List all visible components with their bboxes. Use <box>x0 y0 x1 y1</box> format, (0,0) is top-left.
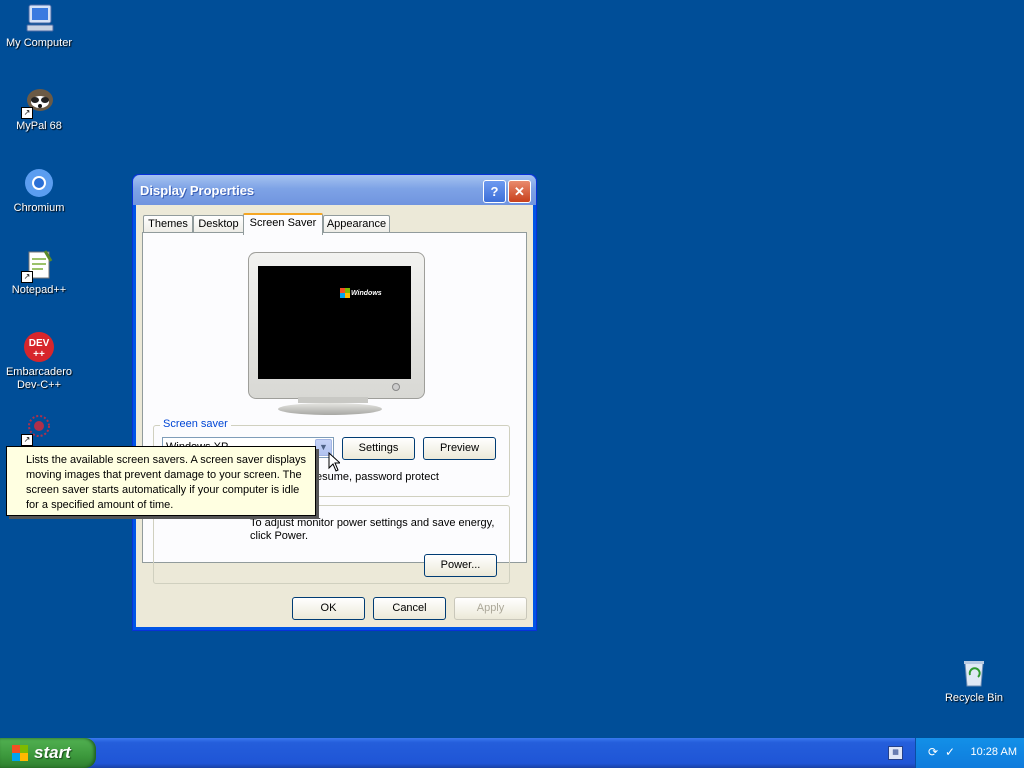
mouse-cursor-icon <box>328 451 342 475</box>
shortcut-arrow-icon: ↗ <box>21 434 33 446</box>
monitor-power-group: To adjust monitor power settings and sav… <box>153 505 510 584</box>
desktop-icon-mypal[interactable]: ↗ MyPal 68 <box>0 85 79 133</box>
dev-cpp-icon: DEV ++ <box>23 331 55 363</box>
desktop-icon-label: MyPal 68 <box>16 120 62 132</box>
desktop-icon-label: Embarcadero Dev-C++ <box>5 366 73 391</box>
help-button[interactable]: ? <box>483 180 506 203</box>
settings-button[interactable]: Settings <box>342 437 415 460</box>
desktop-icon-partial[interactable]: ↗ <box>0 412 79 447</box>
desktop-icon-dev-cpp[interactable]: DEV ++ Embarcadero Dev-C++ <box>0 331 79 392</box>
system-tray: ⟳ ✓ 10:28 AM <box>915 738 1024 768</box>
clock[interactable]: 10:28 AM <box>971 746 1017 758</box>
display-properties-window: Display Properties ? ✕ Themes Desktop Sc… <box>132 174 537 631</box>
tab-appearance[interactable]: Appearance <box>323 215 390 233</box>
windows-flag-icon <box>340 288 350 298</box>
window-title: Display Properties <box>140 183 255 198</box>
start-label: start <box>34 743 71 762</box>
window-client-area: Themes Desktop Screen Saver Appearance W… <box>137 205 532 626</box>
cancel-button[interactable]: Cancel <box>373 597 446 620</box>
desktop-icon-chromium[interactable]: Chromium <box>0 167 79 215</box>
network-icon[interactable]: ⟳ <box>926 745 940 759</box>
monitor-preview: Windows <box>248 252 425 399</box>
shortcut-arrow-icon: ↗ <box>21 271 33 283</box>
windows-flag-icon <box>12 745 28 761</box>
svg-text:++: ++ <box>33 349 45 360</box>
start-button[interactable]: start <box>0 738 96 768</box>
desktop-icon-label: Chromium <box>13 202 65 214</box>
monitor-base <box>278 403 382 415</box>
mypal-icon: ↗ <box>21 85 55 119</box>
svg-text:DEV: DEV <box>29 338 50 349</box>
tab-desktop[interactable]: Desktop <box>193 215 244 233</box>
screen-saver-tooltip: Lists the available screen savers. A scr… <box>6 446 316 516</box>
chromium-icon <box>23 167 55 199</box>
security-shield-icon[interactable]: ✓ <box>943 745 957 759</box>
tab-themes[interactable]: Themes <box>143 215 193 233</box>
shortcut-arrow-icon: ↗ <box>21 107 33 119</box>
power-description: To adjust monitor power settings and sav… <box>250 517 495 542</box>
close-button[interactable]: ✕ <box>508 180 531 203</box>
keyboard-icon[interactable]: ▦ <box>888 746 903 760</box>
tab-screen-saver[interactable]: Screen Saver <box>243 213 323 235</box>
desktop-icon-recycle-bin[interactable]: Recycle Bin <box>934 657 1014 705</box>
network-graph-icon: ↗ <box>21 412 55 446</box>
apply-button[interactable]: Apply <box>454 597 527 620</box>
screen-saver-group-label: Screen saver <box>160 418 231 430</box>
desktop-icon-my-computer[interactable]: My Computer <box>0 2 79 50</box>
desktop-icon-label: My Computer <box>5 37 73 49</box>
ok-button[interactable]: OK <box>292 597 365 620</box>
my-computer-icon <box>23 2 55 34</box>
power-button[interactable]: Power... <box>424 554 497 577</box>
preview-screen: Windows <box>258 266 411 379</box>
recycle-bin-icon <box>958 657 990 689</box>
desktop-icon-notepad-plus-plus[interactable]: ↗ Notepad++ <box>0 249 79 297</box>
desktop-icon-label: Recycle Bin <box>944 692 1004 704</box>
preview-button[interactable]: Preview <box>423 437 496 460</box>
title-bar[interactable]: Display Properties ? ✕ <box>133 175 536 205</box>
monitor-power-led-icon <box>392 383 400 391</box>
windows-logo: Windows <box>340 288 382 298</box>
notepad-plus-plus-icon: ↗ <box>21 249 55 283</box>
desktop-icon-label: Notepad++ <box>11 284 67 296</box>
taskbar: start ▦ ⟳ ✓ 10:28 AM <box>0 738 1024 768</box>
